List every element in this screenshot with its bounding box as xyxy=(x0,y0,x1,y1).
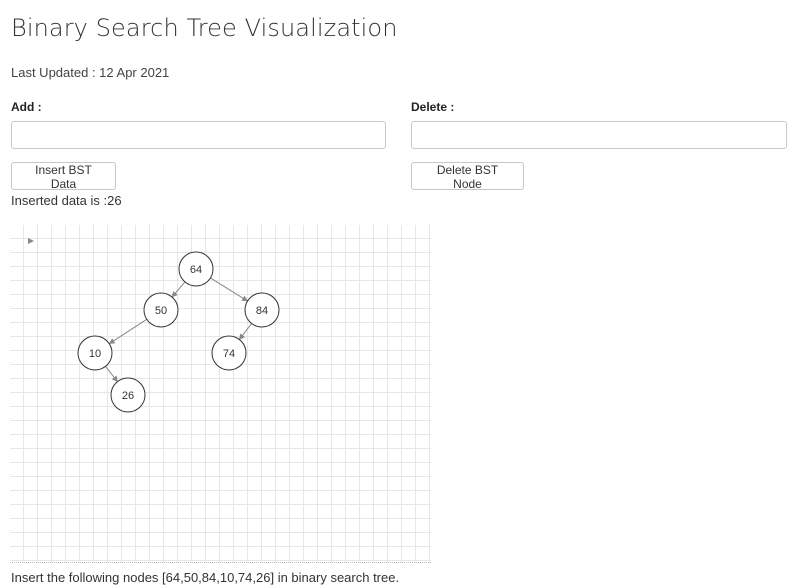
tree-node-74: 74 xyxy=(211,335,247,371)
tree-node-label: 26 xyxy=(122,390,134,402)
delete-bst-node-button[interactable]: Delete BST Node xyxy=(411,162,524,191)
tree-diagram: 64 50 84 10 74 26 xyxy=(28,238,280,413)
tree-node-label: 84 xyxy=(256,305,268,317)
tree-edge-64-84 xyxy=(210,277,249,302)
last-updated-text: Last Updated : 12 Apr 2021 xyxy=(11,65,170,80)
tree-canvas: 64 50 84 10 74 26 xyxy=(10,225,431,563)
page-title: Binary Search Tree Visualization xyxy=(11,14,398,42)
add-label: Add : xyxy=(11,100,42,114)
tree-node-label: 10 xyxy=(89,348,101,360)
tree-edge-84-74 xyxy=(238,323,253,340)
add-input[interactable] xyxy=(11,121,386,149)
insert-bst-data-button[interactable]: Insert BST Data xyxy=(11,162,116,191)
delete-label: Delete : xyxy=(411,100,455,114)
tree-node-64: 64 xyxy=(178,251,214,287)
page: Binary Search Tree Visualization Last Up… xyxy=(0,0,800,587)
tree-node-label: 50 xyxy=(155,305,167,317)
tree-edge-10-26 xyxy=(105,366,118,383)
tree-node-50: 50 xyxy=(143,292,179,328)
tree-edge-64-50 xyxy=(171,281,186,298)
footer-description: Insert the following nodes [64,50,84,10,… xyxy=(11,570,400,585)
delete-input[interactable] xyxy=(411,121,787,149)
tree-node-label: 64 xyxy=(190,264,202,276)
tree-node-26: 26 xyxy=(110,377,146,413)
tree-node-84: 84 xyxy=(244,292,280,328)
tree-node-label: 74 xyxy=(223,348,235,360)
inserted-status-text: Inserted data is :26 xyxy=(11,193,122,208)
tree-node-10: 10 xyxy=(77,335,113,371)
pan-cursor-icon xyxy=(28,238,34,244)
tree-edge-50-10 xyxy=(108,318,148,345)
